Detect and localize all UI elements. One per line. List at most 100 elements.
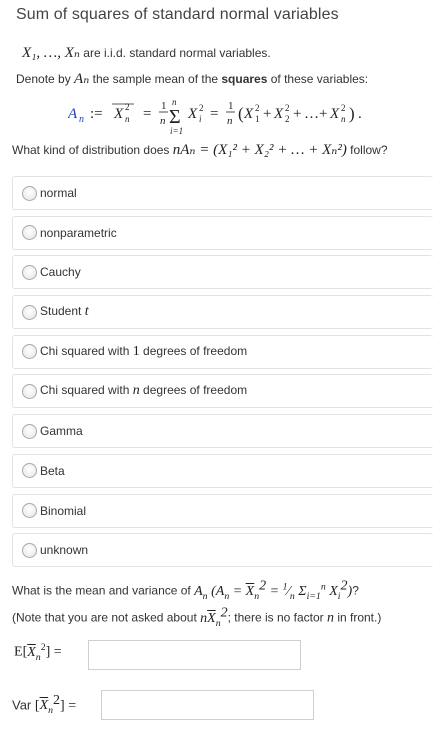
- svg-text:1: 1: [255, 114, 260, 124]
- question-distribution: What kind of distribution does nAₙ = (X₁…: [12, 140, 388, 159]
- variance-label: Var [Xn2] =: [12, 693, 77, 717]
- mean-input[interactable]: [88, 640, 301, 670]
- svg-text:=: =: [143, 106, 151, 122]
- question-mean-variance: What is the mean and variance of An (An …: [12, 578, 359, 601]
- option-binomial[interactable]: Binomial: [12, 493, 433, 528]
- option-label: Chi squared with n degrees of freedom: [40, 383, 247, 399]
- option-nonparametric[interactable]: nonparametric: [12, 215, 433, 250]
- option-label: Chi squared with 1 degrees of freedom: [40, 344, 247, 360]
- svg-text:=: =: [210, 106, 218, 122]
- option-label: Beta: [40, 464, 65, 478]
- definition-equation: A n := X 2 n = 1 n n Σ i=1 X 2 i = 1 n (…: [68, 97, 362, 136]
- svg-text:n: n: [160, 115, 166, 127]
- option-chi-squared-1[interactable]: Chi squared with 1 degrees of freedom: [12, 334, 433, 369]
- option-text: Chi squared with: [40, 383, 133, 398]
- option-label: Gamma: [40, 424, 83, 438]
- radio-button-icon[interactable]: [22, 463, 37, 479]
- svg-text:X: X: [113, 106, 124, 122]
- option-beta[interactable]: Beta: [12, 453, 433, 488]
- intro-line-1-text: are i.i.d. standard normal variables.: [79, 46, 271, 60]
- option-math: n: [132, 383, 140, 399]
- svg-text:i=1: i=1: [170, 126, 183, 136]
- svg-text:2: 2: [285, 114, 290, 124]
- intro-variables-math: X₁, …, Xₙ: [22, 45, 80, 61]
- intro-line-1: X₁, …, Xₙ are i.i.d. standard normal var…: [22, 43, 271, 62]
- question-math: nAₙ = (X₁² + X₂² + … + Xₙ²): [172, 142, 347, 158]
- svg-text:n: n: [341, 114, 346, 124]
- intro-line-2-math: Aₙ: [74, 71, 90, 87]
- expectation-symbol: E: [14, 644, 23, 660]
- radio-button-icon[interactable]: [22, 344, 37, 360]
- note-post: in front.): [333, 610, 382, 625]
- option-text: Chi squared with: [40, 343, 133, 358]
- option-text-post: degrees of freedom: [139, 343, 248, 358]
- variance-input[interactable]: [101, 690, 314, 720]
- question-post: follow?: [346, 143, 388, 157]
- note-math: nXn2: [200, 605, 228, 629]
- svg-text::=: :=: [90, 106, 103, 122]
- svg-text:…: …: [304, 106, 319, 122]
- option-label: nonparametric: [40, 226, 117, 240]
- svg-text:n: n: [227, 115, 233, 127]
- option-text: Gamma: [40, 424, 83, 439]
- intro-line-2-bold: squares: [221, 72, 268, 86]
- option-label: Student t: [40, 304, 89, 320]
- svg-text:2: 2: [255, 103, 260, 113]
- option-student-t[interactable]: Student t: [12, 295, 433, 330]
- svg-text:n: n: [79, 114, 84, 125]
- mean-label: E[Xn2] =: [14, 642, 62, 663]
- option-text: nonparametric: [40, 225, 117, 240]
- radio-button-icon[interactable]: [22, 542, 37, 558]
- svg-text:n: n: [125, 114, 130, 124]
- svg-text:+: +: [263, 106, 271, 122]
- radio-button-icon[interactable]: [22, 185, 37, 201]
- radio-button-icon[interactable]: [22, 503, 37, 518]
- note-pre: (Note that you are not asked about: [12, 610, 201, 625]
- variance-text: Var: [12, 697, 35, 713]
- option-text: unknown: [40, 543, 89, 558]
- option-cauchy[interactable]: Cauchy: [12, 255, 433, 290]
- svg-text:X: X: [273, 106, 284, 122]
- svg-text:): ): [349, 104, 355, 123]
- intro-line-2-post: of these variables:: [267, 72, 369, 86]
- option-math: t: [84, 304, 89, 320]
- option-gamma[interactable]: Gamma: [12, 414, 433, 449]
- option-math: 1: [132, 343, 140, 359]
- option-text: Binomial: [40, 503, 87, 518]
- svg-text:2: 2: [285, 103, 290, 113]
- svg-text:.: .: [358, 106, 362, 122]
- option-label: normal: [40, 186, 77, 200]
- intro-line-2: Denote by Aₙ the sample mean of the squa…: [16, 69, 368, 88]
- radio-button-icon[interactable]: [22, 225, 37, 241]
- note-n: n: [326, 610, 334, 626]
- note-mid: ; there is no factor: [227, 610, 327, 625]
- radio-button-icon[interactable]: [22, 423, 37, 439]
- svg-text:1: 1: [161, 100, 167, 112]
- option-text: Cauchy: [40, 265, 81, 280]
- option-text: normal: [40, 186, 77, 200]
- svg-text:Σ: Σ: [169, 106, 181, 128]
- option-label: unknown: [40, 543, 88, 557]
- option-chi-squared-n[interactable]: Chi squared with n degrees of freedom: [12, 374, 433, 409]
- svg-text:X: X: [243, 106, 254, 122]
- svg-text:+: +: [293, 106, 301, 122]
- svg-text:2: 2: [199, 103, 204, 113]
- radio-button-icon[interactable]: [22, 264, 37, 280]
- radio-button-icon[interactable]: [22, 383, 37, 399]
- question2-post: ?: [352, 583, 359, 598]
- svg-text:i: i: [199, 114, 202, 124]
- svg-text:X: X: [187, 106, 198, 122]
- option-text: Student: [40, 304, 85, 319]
- question2-pre: What is the mean and variance of: [12, 583, 195, 598]
- option-unknown[interactable]: unknown: [12, 533, 433, 568]
- distribution-options: normal nonparametric Cauchy Student t Ch…: [12, 176, 433, 573]
- note-line: (Note that you are not asked about nXn2;…: [12, 605, 381, 628]
- svg-text:2: 2: [125, 102, 130, 112]
- option-normal[interactable]: normal: [12, 176, 433, 210]
- svg-text:A: A: [68, 106, 78, 122]
- page-title: Sum of squares of standard normal variab…: [16, 6, 339, 23]
- svg-text:X: X: [329, 106, 340, 122]
- radio-button-icon[interactable]: [22, 304, 37, 320]
- svg-text:1: 1: [228, 100, 234, 112]
- option-text-post: degrees of freedom: [139, 383, 248, 398]
